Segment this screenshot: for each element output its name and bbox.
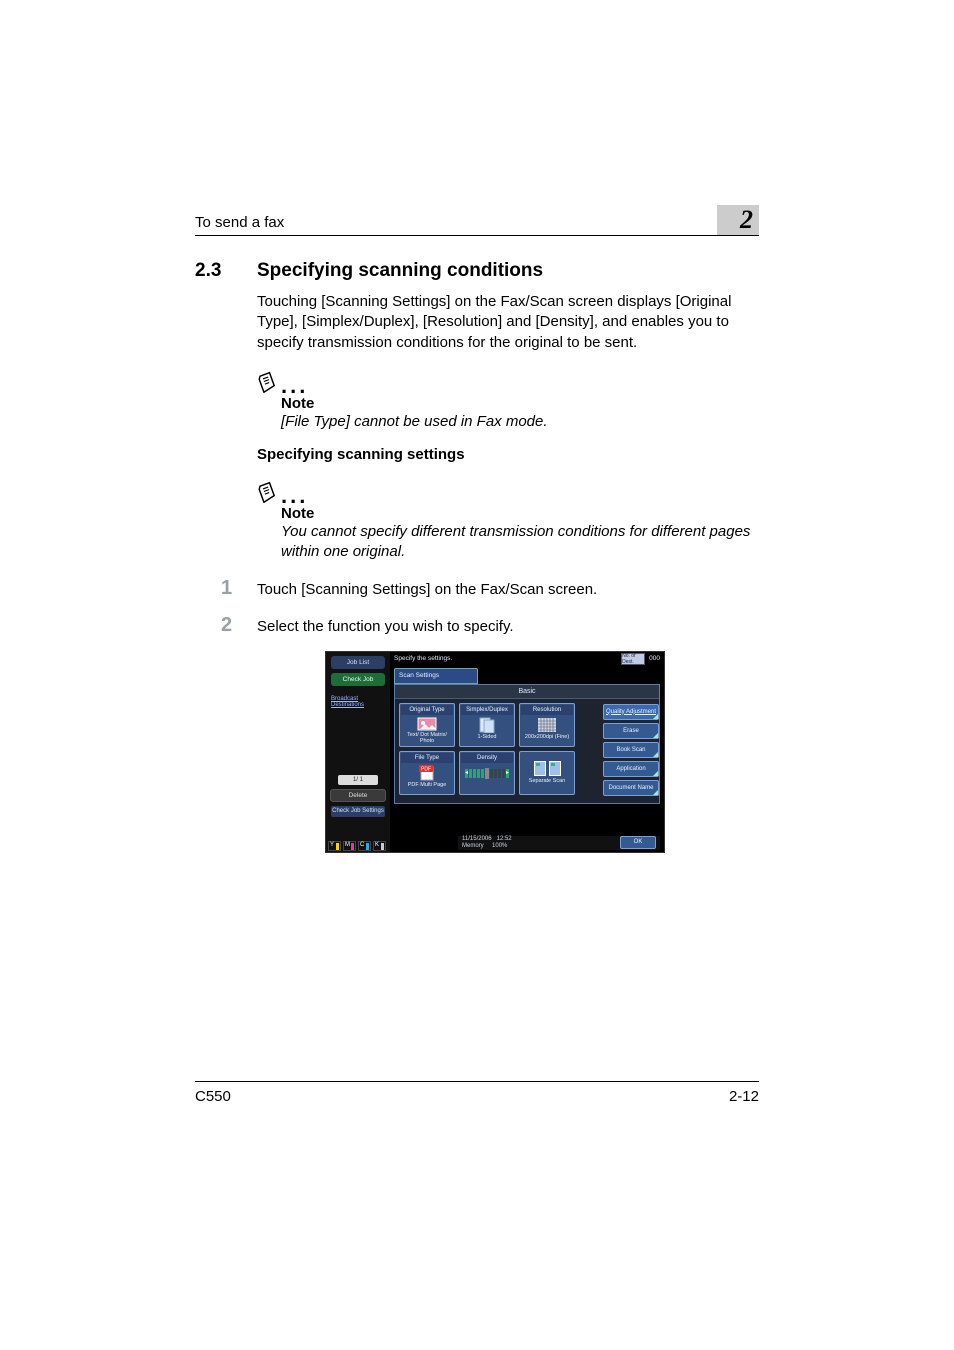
note-label: Note [281,395,759,412]
erase-button[interactable]: Erase [603,723,659,739]
delete-button[interactable]: Delete [330,789,386,802]
job-list-button[interactable]: Job List [331,656,385,669]
toner-cyan-icon: C [358,841,371,851]
dest-count: 000 [649,655,660,662]
subheading-scanning-settings: Specifying scanning settings [257,446,759,463]
toner-yellow-icon: Y [328,841,341,851]
page-icon [476,717,498,733]
original-type-button[interactable]: Original Type Text/ Dot Matrix/ Photo [399,703,455,747]
ok-button[interactable]: OK [620,836,656,849]
page-indicator: 1/ 1 [338,775,378,785]
simplex-duplex-button[interactable]: Simplex/Duplex 1-Sided [459,703,515,747]
scan-settings-screenshot: Job List Check Job Broadcast Destination… [325,651,665,853]
resolution-button[interactable]: Resolution 200x200dpi (Fine) [519,703,575,747]
pdf-icon: PDF [416,765,438,781]
quality-adjustment-button[interactable]: Quality Adjustment [603,704,659,720]
status-datetime: 11/15/2006 12:52 Memory 100% [462,836,512,849]
application-button[interactable]: Application [603,761,659,777]
scan-settings-tab[interactable]: Scan Settings [394,668,478,684]
photo-icon [416,717,438,732]
note-icon [257,481,279,503]
note-ellipsis-icon: ... [281,491,308,503]
step-number: 1 [195,577,235,600]
svg-text:PDF: PDF [421,766,431,772]
note-icon [257,371,279,393]
check-job-button[interactable]: Check Job [331,673,385,686]
section-number: 2.3 [195,260,235,282]
step-text: Touch [Scanning Settings] on the Fax/Sca… [257,581,759,598]
toner-black-icon: K [373,841,386,851]
chapter-number-tab: 2 [717,205,759,235]
status-message: Specify the settings. [394,655,452,662]
toner-supply-indicator: Y M C K [328,841,386,851]
note-block-1: ... Note [File Type] cannot be used in F… [257,367,759,432]
section-title: Specifying scanning conditions [257,260,543,282]
note-ellipsis-icon: ... [281,381,308,393]
num-of-dest-icon: No. of Dest. [621,653,645,665]
step-number: 2 [195,614,235,637]
footer-model: C550 [195,1088,231,1105]
broadcast-destinations-label: Broadcast Destinations [326,690,390,711]
note-body: You cannot specify different transmissio… [281,522,759,563]
intro-paragraph: Touching [Scanning Settings] on the Fax/… [257,292,759,353]
separate-scan-icon [534,761,561,776]
density-strip-icon: ◂▸ [465,769,509,779]
toner-magenta-icon: M [343,841,356,851]
ui-main-panel: Specify the settings. No. of Dest. 000 S… [390,652,664,852]
file-type-button[interactable]: File Type PDF PDF Multi Page [399,751,455,795]
book-scan-button[interactable]: Book Scan [603,742,659,758]
footer-page-number: 2-12 [729,1088,759,1105]
document-name-button[interactable]: Document Name [603,780,659,796]
note-label: Note [281,505,759,522]
density-button[interactable]: Density ◂▸ [459,751,515,795]
note-body: [File Type] cannot be used in Fax mode. [281,412,759,432]
step-text: Select the function you wish to specify. [257,618,759,635]
check-job-settings-button[interactable]: Check Job Settings [331,806,385,817]
grid-icon [536,717,558,733]
separate-scan-button[interactable]: Separate Scan [519,751,575,795]
basic-section-label: Basic [395,685,659,699]
ui-left-panel: Job List Check Job Broadcast Destination… [326,652,390,852]
note-block-2: ... Note You cannot specify different tr… [257,477,759,563]
running-header: To send a fax [195,214,284,231]
